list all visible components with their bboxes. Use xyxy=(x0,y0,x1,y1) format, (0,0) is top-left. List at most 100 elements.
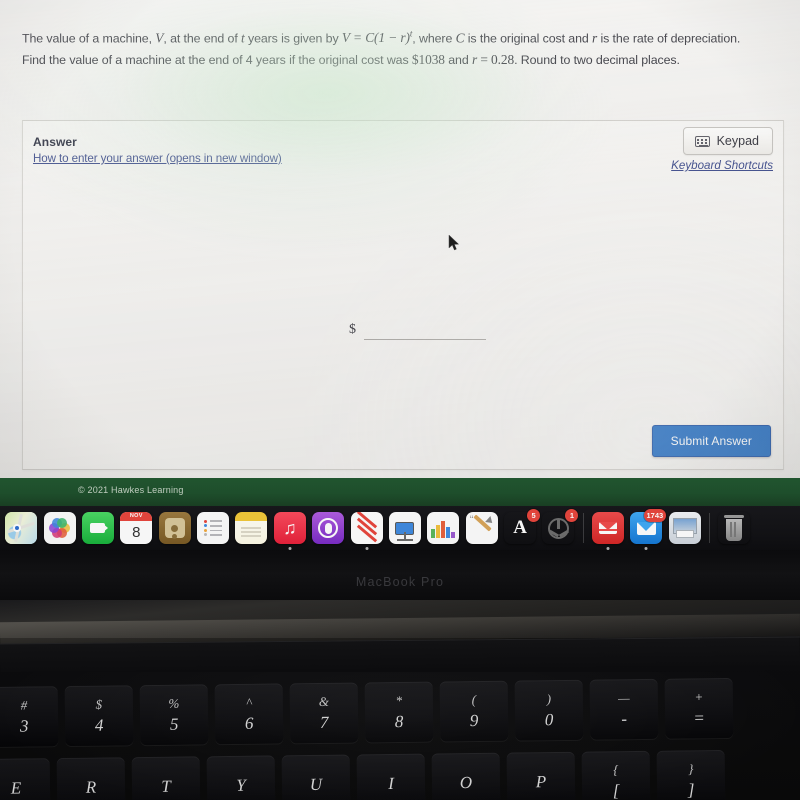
answer-heading: Answer xyxy=(33,135,77,149)
key-label: 9 xyxy=(469,710,479,730)
question-line-1: The value of a machine, V, at the end of… xyxy=(22,24,784,49)
key-shift-label: # xyxy=(20,697,28,713)
question-line-2: Find the value of a machine at the end o… xyxy=(22,49,784,71)
key-x[interactable]: }] xyxy=(656,749,726,800)
dock-icon-facetime[interactable] xyxy=(81,512,114,544)
answer-card: Answer How to enter your answer (opens i… xyxy=(22,120,784,470)
dock-icon-mail[interactable] xyxy=(591,512,624,550)
key-label: - xyxy=(621,708,628,728)
keypad-button-label: Keypad xyxy=(716,134,759,148)
key-shift-label: — xyxy=(617,689,630,705)
dock-icon-numbers[interactable] xyxy=(427,512,460,544)
key-x[interactable]: + = xyxy=(664,677,734,739)
answer-input[interactable] xyxy=(364,321,486,340)
mail-icon xyxy=(591,512,624,544)
key-label: T xyxy=(161,776,171,796)
key-i[interactable]: I xyxy=(356,753,426,800)
question-text-fragment: Find the value of a machine at the end o… xyxy=(22,53,412,68)
key-x[interactable]: {[ xyxy=(581,750,651,800)
key-label: 0 xyxy=(544,709,554,729)
dock-icon-contacts[interactable] xyxy=(158,512,191,544)
keypad-button[interactable]: Keypad xyxy=(682,127,773,155)
key-t[interactable]: T xyxy=(131,756,201,800)
key-label: E xyxy=(10,778,22,798)
currency-symbol: $ xyxy=(349,322,356,337)
dock-icon-pages[interactable]: “ xyxy=(465,512,498,544)
keyboard-letter-row[interactable]: E R T Y U I O P{[}] xyxy=(0,749,800,800)
key-label: 4 xyxy=(94,715,104,735)
keyboard-number-row[interactable]: #3 $4% 5 ^ 6 & 7 * 8(9) 0— - + = xyxy=(0,677,800,748)
dock-icon-news[interactable] xyxy=(350,512,383,550)
key-4[interactable]: $4 xyxy=(64,685,134,747)
dock-icon-outlook[interactable]: 1743 xyxy=(630,509,667,550)
dock-icon-calendar[interactable]: NOV 8 xyxy=(120,512,153,544)
key-label: 5 xyxy=(169,714,179,734)
submit-answer-button[interactable]: Submit Answer xyxy=(651,425,771,457)
dock-icon-keynote[interactable] xyxy=(388,512,421,544)
key-shift-label: } xyxy=(688,760,694,776)
reminders-icon xyxy=(197,512,230,544)
key-label: ] xyxy=(687,779,695,799)
laptop-screen: The value of a machine, V, at the end of… xyxy=(0,0,800,478)
dock-icon-podcasts[interactable] xyxy=(312,512,345,544)
key-shift-label: % xyxy=(168,695,180,711)
question-text-fragment: , at the end of xyxy=(163,31,242,46)
key-shift-label: & xyxy=(318,693,330,709)
question-text-fragment: is the rate of depreciation. xyxy=(597,31,741,46)
key-u[interactable]: U xyxy=(281,754,351,800)
macos-dock[interactable]: NOV 8 ♫ “A 5 1 1743 xyxy=(0,506,800,550)
key-shift-label: { xyxy=(613,761,619,777)
dock-icon-reminders[interactable] xyxy=(197,512,230,544)
dock-icon-preview[interactable] xyxy=(668,512,701,544)
facetime-icon xyxy=(81,512,114,544)
how-to-enter-answer-link[interactable]: How to enter your answer (opens in new w… xyxy=(33,152,282,165)
answer-entry-row: $ xyxy=(349,321,486,340)
question-text-fragment: The value of a machine, xyxy=(22,31,156,46)
key-p[interactable]: P xyxy=(506,751,576,800)
key-label: 7 xyxy=(319,712,329,732)
keypad-icon xyxy=(694,135,710,147)
news-icon xyxy=(350,512,383,544)
key-e[interactable]: E xyxy=(0,758,51,800)
trash-icon xyxy=(718,512,750,544)
dock-icon-system-preferences[interactable]: 1 xyxy=(542,509,579,544)
copyright-text: © 2021 Hawkes Learning xyxy=(78,485,184,495)
key-0[interactable]: ) 0 xyxy=(514,679,584,741)
key-6[interactable]: ^ 6 xyxy=(214,683,284,745)
key-label: Y xyxy=(236,775,246,795)
key-x[interactable]: — - xyxy=(589,678,659,740)
key-label: 8 xyxy=(394,711,404,731)
dock-icon-notes[interactable] xyxy=(235,512,268,544)
podcasts-icon xyxy=(312,512,345,544)
dock-badge-outlook: 1743 xyxy=(643,509,667,522)
key-r[interactable]: R xyxy=(56,757,126,800)
dock-icon-photos[interactable] xyxy=(43,512,76,544)
key-label: R xyxy=(85,777,97,797)
dock-icon-trash[interactable] xyxy=(718,512,750,544)
key-7[interactable]: & 7 xyxy=(289,682,359,744)
question-text-fragment: and xyxy=(444,53,472,68)
dock-icon-music[interactable]: ♫ xyxy=(273,512,306,550)
macbook-pro-label: MacBook Pro xyxy=(355,575,445,589)
original-cost-value: $1038 xyxy=(411,52,445,68)
dock-icon-maps[interactable] xyxy=(5,512,38,544)
key-o[interactable]: O xyxy=(431,752,501,800)
question-text-fragment: is the original cost and xyxy=(464,31,592,46)
key-8[interactable]: * 8 xyxy=(364,681,434,743)
key-shift-label: $ xyxy=(95,696,103,712)
dock-badge-app-store: 5 xyxy=(527,509,541,522)
contacts-icon xyxy=(158,512,191,544)
numbers-icon xyxy=(427,512,460,544)
maps-icon xyxy=(5,512,38,544)
key-y[interactable]: Y xyxy=(206,755,276,800)
pages-icon: “ xyxy=(465,512,498,544)
photos-icon xyxy=(43,512,76,544)
key-3[interactable]: #3 xyxy=(0,686,59,748)
dock-icon-app-store[interactable]: A5 xyxy=(504,509,541,544)
key-9[interactable]: (9 xyxy=(439,680,509,742)
key-5[interactable]: % 5 xyxy=(139,684,209,746)
site-footer: © 2021 Hawkes Learning xyxy=(0,478,800,506)
keyboard-shortcuts-link[interactable]: Keyboard Shortcuts xyxy=(671,159,773,172)
calendar-icon: NOV 8 xyxy=(120,512,153,544)
key-label: = xyxy=(693,707,705,727)
